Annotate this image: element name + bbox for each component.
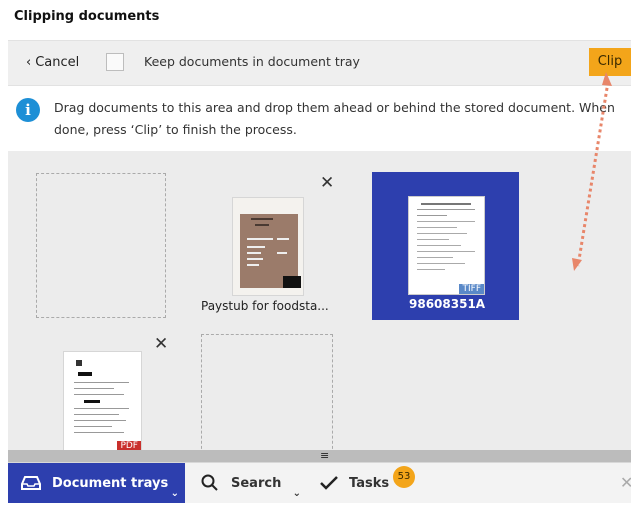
drop-slot[interactable] — [201, 334, 333, 450]
document-thumbnail: TIFF — [408, 196, 485, 295]
tab-search[interactable]: Search ⌄ — [193, 463, 303, 503]
info-text-line-2: done, press ‘Clip’ to finish the process… — [54, 122, 297, 137]
tab-label: Search — [231, 475, 282, 491]
search-icon — [201, 474, 218, 491]
close-icon[interactable]: ✕ — [154, 334, 168, 354]
tab-document-trays[interactable]: Document trays ⌄ — [8, 463, 185, 503]
clipping-area[interactable]: ✕ Paystub for foodsta... TIFF 98608351A … — [8, 151, 631, 450]
bottom-tab-bar: Document trays ⌄ Search ⌄ Tasks 53 ✕ — [8, 462, 631, 503]
keep-documents-label: Keep documents in document tray — [144, 54, 360, 69]
grip-icon: ≡ — [320, 449, 330, 462]
cancel-button[interactable]: ‹ Cancel — [26, 55, 79, 70]
document-thumbnail — [232, 197, 304, 296]
close-icon[interactable]: ✕ — [620, 473, 631, 492]
document-label: Paystub for foodsta... — [201, 299, 329, 313]
toolbar: ‹ Cancel Keep documents in document tray… — [8, 40, 631, 86]
document-card-selected[interactable]: TIFF 98608351A — [372, 172, 519, 320]
tray-icon — [21, 476, 41, 490]
document-label: 98608351A — [409, 297, 486, 311]
tab-label: Tasks — [349, 475, 390, 491]
document-card[interactable]: Paystub for foodsta... — [198, 191, 333, 321]
chevron-left-icon: ‹ — [26, 55, 32, 70]
info-banner: i Drag documents to this area and drop t… — [8, 86, 631, 150]
cancel-label: Cancel — [35, 55, 80, 70]
clip-button[interactable]: Clip — [589, 48, 631, 76]
chevron-down-icon: ⌄ — [292, 488, 301, 499]
tiff-badge: TIFF — [459, 284, 484, 294]
checkmark-icon — [320, 476, 338, 490]
keep-documents-checkbox[interactable] — [106, 53, 124, 71]
drop-slot[interactable] — [36, 173, 166, 318]
info-text: Drag documents to this area and drop the… — [54, 97, 624, 143]
paystub-thumbnail-image — [233, 198, 303, 295]
dialog-title: Clipping documents — [14, 9, 160, 24]
document-thumbnail: PDF — [63, 351, 142, 450]
splitter-handle[interactable]: ≡ — [8, 450, 631, 462]
tiff-thumbnail-image — [409, 197, 484, 294]
tab-label: Document trays — [52, 475, 169, 491]
pdf-badge: PDF — [117, 441, 141, 450]
info-icon: i — [16, 98, 40, 122]
close-icon[interactable]: ✕ — [320, 173, 334, 193]
document-card[interactable]: PDF — [63, 351, 143, 450]
info-text-line-1: Drag documents to this area and drop the… — [54, 100, 615, 115]
chevron-down-icon: ⌄ — [170, 488, 179, 499]
pdf-thumbnail-image — [64, 352, 141, 450]
tasks-count-badge: 53 — [393, 466, 415, 488]
